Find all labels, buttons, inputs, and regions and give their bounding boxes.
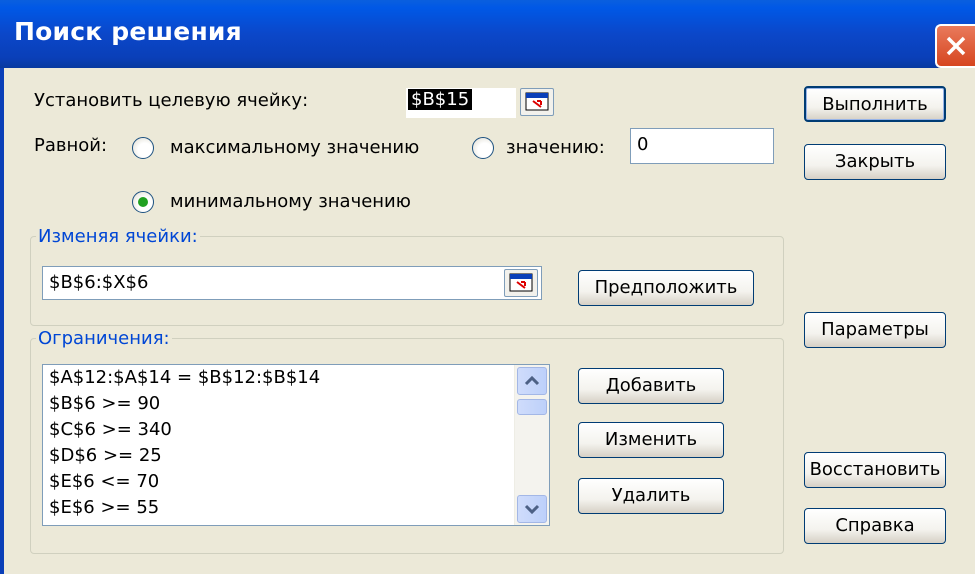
target-cell-label: Установить целевую ячейку: xyxy=(34,90,309,111)
reset-button[interactable]: Восстановить xyxy=(804,452,946,488)
list-item[interactable]: $A$12:$A$14 = $B$12:$B$14 xyxy=(43,365,549,391)
help-button[interactable]: Справка xyxy=(804,508,946,544)
scroll-down-button[interactable] xyxy=(517,495,547,523)
close-window-button[interactable] xyxy=(935,24,975,68)
title-bar[interactable]: Поиск решения xyxy=(0,0,975,68)
constraints-label: Ограничения: xyxy=(36,328,172,349)
changing-cells-collapse-button[interactable] xyxy=(504,269,538,297)
changing-cells-input[interactable]: $B$6:$X$6 xyxy=(42,266,542,300)
add-constraint-button[interactable]: Добавить xyxy=(578,368,724,404)
list-item[interactable]: $E$6 <= 70 xyxy=(43,469,549,495)
solver-dialog: Поиск решения Установить целевую ячейку:… xyxy=(0,0,975,574)
min-option-label: минимальному значению xyxy=(170,191,411,212)
max-option-label: максимальному значению xyxy=(170,137,420,158)
constraints-list[interactable]: $A$12:$A$14 = $B$12:$B$14 $B$6 >= 90 $C$… xyxy=(42,364,550,526)
delete-constraint-button[interactable]: Удалить xyxy=(578,478,724,514)
guess-button[interactable]: Предположить xyxy=(578,270,754,306)
range-select-icon xyxy=(509,273,533,292)
scroll-up-button[interactable] xyxy=(517,367,547,395)
target-cell-value: $B$15 xyxy=(408,89,473,110)
chevron-down-icon xyxy=(524,504,540,515)
list-item[interactable]: $D$6 >= 25 xyxy=(43,443,549,469)
close-icon xyxy=(946,36,966,56)
range-select-icon xyxy=(525,92,549,111)
target-cell-collapse-button[interactable] xyxy=(520,88,554,116)
target-cell-field[interactable]: $B$15 xyxy=(406,88,516,118)
solve-button[interactable]: Выполнить xyxy=(804,86,946,122)
close-button[interactable]: Закрыть xyxy=(804,144,946,180)
value-radio[interactable] xyxy=(472,137,494,159)
list-item[interactable]: $C$6 >= 340 xyxy=(43,417,549,443)
options-button[interactable]: Параметры xyxy=(804,312,946,348)
changing-cells-label: Изменяя ячейки: xyxy=(36,226,200,247)
list-item[interactable]: $B$6 >= 90 xyxy=(43,391,549,417)
chevron-up-icon xyxy=(524,375,540,386)
change-constraint-button[interactable]: Изменить xyxy=(578,422,724,458)
list-item[interactable]: $E$6 >= 55 xyxy=(43,495,549,521)
window-title: Поиск решения xyxy=(14,17,242,46)
constraints-scrollbar[interactable] xyxy=(514,365,549,525)
max-radio[interactable] xyxy=(132,137,154,159)
value-input[interactable]: 0 xyxy=(630,128,774,164)
equal-to-label: Равной: xyxy=(34,135,108,156)
min-radio[interactable] xyxy=(132,191,154,213)
value-option-label: значению: xyxy=(506,137,605,158)
scroll-thumb[interactable] xyxy=(517,399,547,415)
window-frame xyxy=(0,68,4,574)
